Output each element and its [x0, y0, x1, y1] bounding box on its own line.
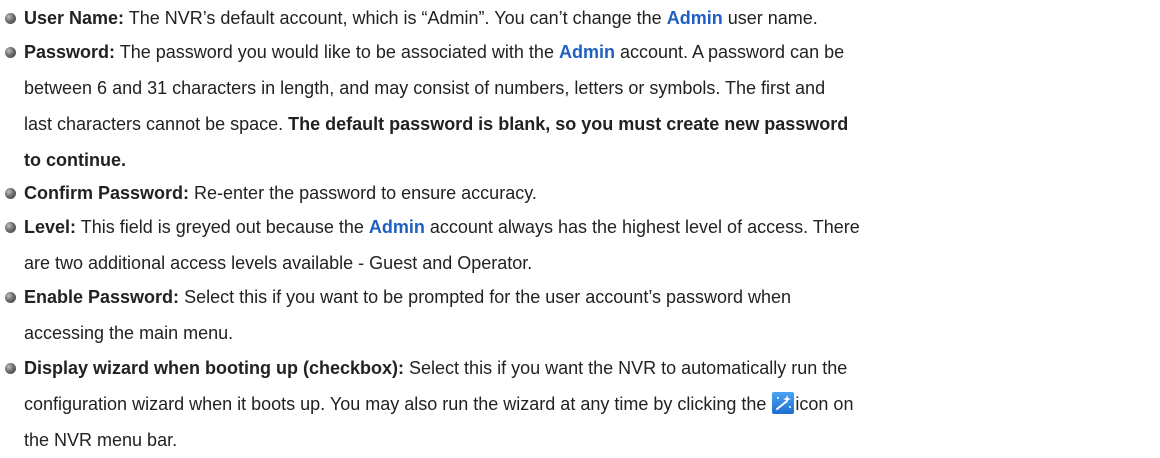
body-text: This field is greyed out because the — [76, 217, 369, 237]
paragraph-line: configuration wizard when it boots up. Y… — [24, 386, 1160, 422]
body-text: The password you would like to be associ… — [115, 42, 559, 62]
term-label: User Name: — [24, 8, 125, 28]
list-item-password: Password: The password you would like to… — [0, 34, 1160, 178]
paragraph-line: Enable Password: Select this if you want… — [24, 279, 1160, 315]
list-item-user-name: User Name: The NVR’s default account, wh… — [0, 0, 1160, 36]
body-text: The NVR’s default account, which is “Adm… — [124, 8, 667, 28]
term-label: Enable Password: — [24, 287, 180, 307]
list-item-display-wizard: Display wizard when booting up (checkbox… — [0, 350, 1160, 458]
round-bullet-icon — [5, 188, 16, 199]
body-text: configuration wizard when it boots up. Y… — [24, 394, 772, 414]
body-text: Select this if you want the NVR to autom… — [404, 358, 848, 378]
emphasis-text: to continue. — [24, 150, 126, 170]
round-bullet-icon — [5, 13, 16, 24]
round-bullet-icon — [5, 222, 16, 233]
term-label: Level: — [24, 217, 77, 237]
admin-highlight: Admin — [558, 42, 615, 62]
list-item-enable-password: Enable Password: Select this if you want… — [0, 279, 1160, 351]
paragraph-line: Level: This field is greyed out because … — [24, 209, 1160, 245]
round-bullet-icon — [5, 292, 16, 303]
round-bullet-icon — [5, 363, 16, 374]
paragraph-line: accessing the main menu. — [24, 323, 234, 343]
paragraph-line: are two additional access levels availab… — [24, 253, 533, 273]
paragraph-line: User Name: The NVR’s default account, wh… — [24, 0, 1160, 36]
term-label: Password: — [24, 42, 116, 62]
body-text: Re-enter the password to ensure accuracy… — [189, 183, 537, 203]
term-label: Confirm Password: — [24, 183, 190, 203]
round-bullet-icon — [5, 47, 16, 58]
body-text: account always has the highest level of … — [424, 217, 860, 237]
paragraph-line: to continue. — [24, 142, 1160, 178]
paragraph-line: between 6 and 31 characters in length, a… — [24, 78, 826, 98]
body-text: user name. — [722, 8, 818, 28]
term-label: Display wizard when booting up (checkbox… — [24, 358, 405, 378]
paragraph-line: Display wizard when booting up (checkbox… — [24, 350, 1160, 386]
body-text: last characters cannot be space. — [24, 114, 289, 134]
paragraph-line: the NVR menu bar. — [24, 430, 178, 450]
body-text: account. A password can be — [614, 42, 845, 62]
list-item-confirm-password: Confirm Password: Re-enter the password … — [0, 175, 1160, 211]
paragraph-line: last characters cannot be space. The def… — [24, 106, 1160, 142]
body-text: Select this if you want to be prompted f… — [179, 287, 792, 307]
magic-wand-icon — [772, 392, 795, 414]
admin-highlight: Admin — [666, 8, 723, 28]
body-text: icon on — [795, 394, 854, 414]
list-item-level: Level: This field is greyed out because … — [0, 209, 1160, 281]
paragraph-line: Password: The password you would like to… — [24, 34, 1160, 70]
paragraph-line: Confirm Password: Re-enter the password … — [24, 175, 1160, 211]
admin-highlight: Admin — [368, 217, 425, 237]
emphasis-text: The default password is blank, so you mu… — [288, 114, 849, 134]
